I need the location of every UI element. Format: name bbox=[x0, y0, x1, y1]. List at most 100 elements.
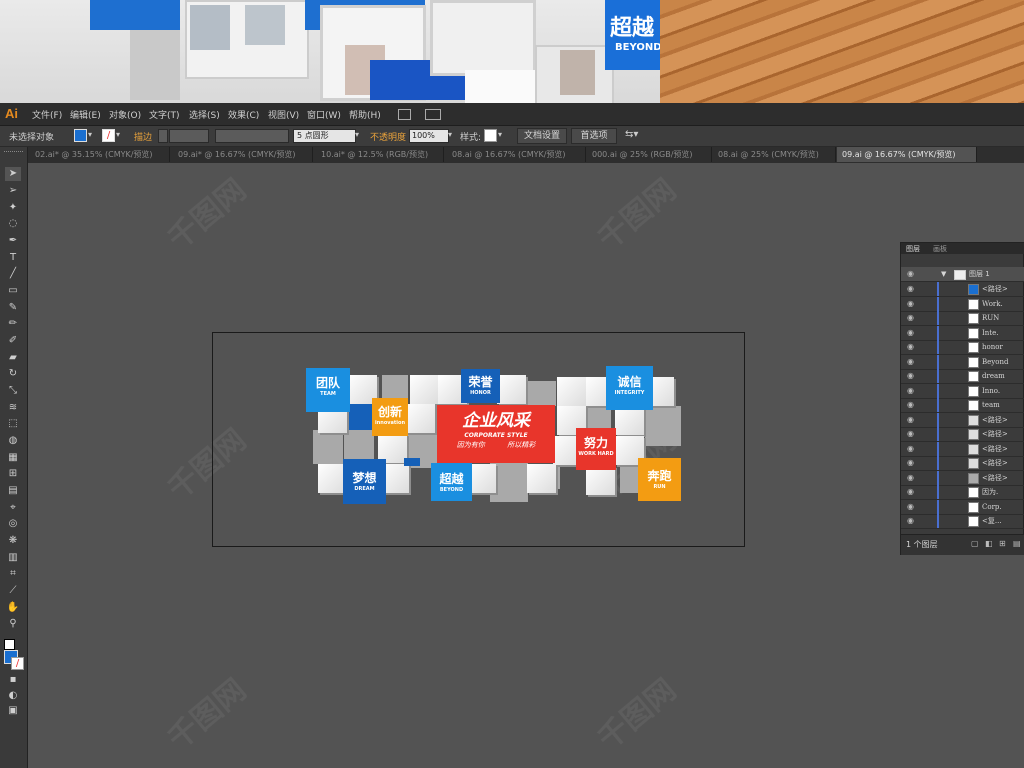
layer-item-row[interactable]: ◉ dream bbox=[901, 369, 1024, 384]
tab-09-star[interactable]: 09.ai* @ 16.67% (CMYK/预览) bbox=[171, 147, 313, 162]
layer-item-row[interactable]: ◉ <路径> bbox=[901, 456, 1024, 471]
menu-file[interactable]: 文件(F) bbox=[32, 108, 62, 121]
eye-icon[interactable]: ◉ bbox=[907, 285, 916, 293]
tab-artboards[interactable]: 画板 bbox=[933, 244, 947, 254]
blend-tool-icon[interactable]: ◎ bbox=[5, 517, 21, 531]
style-swatch[interactable] bbox=[484, 129, 497, 142]
fill-swatch[interactable] bbox=[74, 129, 87, 142]
tab-09-active[interactable]: 09.ai @ 16.67% (CMYK/预览) bbox=[837, 147, 977, 162]
scale-tool-icon[interactable]: ⤡ bbox=[5, 384, 21, 398]
line-tool-icon[interactable]: ╱ bbox=[5, 267, 21, 281]
default-colors-icon[interactable] bbox=[4, 639, 15, 650]
variable-width-profile[interactable] bbox=[215, 129, 289, 143]
eye-icon[interactable]: ◉ bbox=[907, 372, 916, 380]
artboard[interactable] bbox=[212, 332, 745, 547]
eye-icon[interactable]: ◉ bbox=[907, 502, 916, 510]
free-transform-tool-icon[interactable]: ⬚ bbox=[5, 417, 21, 431]
chevron-down-icon[interactable]: ▾ bbox=[498, 130, 502, 139]
eye-icon[interactable]: ◉ bbox=[907, 415, 916, 423]
menu-edit[interactable]: 编辑(E) bbox=[70, 108, 101, 121]
layer-item-row[interactable]: ◉ Work. bbox=[901, 296, 1024, 312]
color-mode-icon[interactable]: ▪ bbox=[5, 673, 21, 687]
menu-select[interactable]: 选择(S) bbox=[189, 108, 220, 121]
tab-08-25[interactable]: 08.ai @ 25% (CMYK/预览) bbox=[713, 147, 836, 162]
layer-item-row[interactable]: ◉ RUN bbox=[901, 311, 1024, 326]
clipping-mask-icon[interactable]: ◧ bbox=[985, 539, 993, 548]
menu-window[interactable]: 窗口(W) bbox=[307, 108, 341, 121]
eraser-tool-icon[interactable]: ▰ bbox=[5, 351, 21, 365]
eye-icon[interactable]: ◉ bbox=[907, 314, 916, 322]
stroke-color-swatch[interactable]: / bbox=[11, 657, 24, 670]
eye-icon[interactable]: ◉ bbox=[907, 430, 916, 438]
eye-icon[interactable]: ◉ bbox=[907, 328, 916, 336]
preferences-button[interactable]: 首选项 bbox=[571, 128, 617, 144]
stroke-weight-stepper[interactable] bbox=[158, 129, 168, 143]
layer-row[interactable]: ◉ ▼ 图层 1 bbox=[901, 267, 1024, 282]
layer-item-row[interactable]: ◉ Beyond bbox=[901, 354, 1024, 370]
artboard-tool-icon[interactable]: ⌗ bbox=[5, 567, 21, 581]
magic-wand-tool-icon[interactable]: ✦ bbox=[5, 201, 21, 215]
eye-icon[interactable]: ◉ bbox=[907, 357, 916, 365]
symbol-sprayer-tool-icon[interactable]: ❋ bbox=[5, 534, 21, 548]
eye-icon[interactable]: ◉ bbox=[907, 270, 916, 278]
stroke-weight-field[interactable] bbox=[169, 129, 209, 143]
opacity-label[interactable]: 不透明度 bbox=[370, 130, 406, 143]
warp-tool-icon[interactable]: ≋ bbox=[5, 401, 21, 415]
chevron-down-icon[interactable]: ▾ bbox=[355, 130, 359, 139]
lasso-tool-icon[interactable]: ◌ bbox=[5, 217, 21, 231]
column-graph-tool-icon[interactable]: ▥ bbox=[5, 551, 21, 565]
menu-object[interactable]: 对象(O) bbox=[109, 108, 141, 121]
blob-brush-tool-icon[interactable]: ✐ bbox=[5, 334, 21, 348]
layer-item-row[interactable]: ◉ Inno. bbox=[901, 383, 1024, 399]
slice-tool-icon[interactable]: ⟋ bbox=[5, 584, 21, 598]
eye-icon[interactable]: ◉ bbox=[907, 386, 916, 394]
type-tool-icon[interactable]: T bbox=[5, 251, 21, 265]
eye-icon[interactable]: ◉ bbox=[907, 343, 916, 351]
tab-10[interactable]: 10.ai* @ 12.5% (RGB/预览) bbox=[314, 147, 444, 162]
menu-help[interactable]: 帮助(H) bbox=[349, 108, 381, 121]
eye-icon[interactable]: ◉ bbox=[907, 517, 916, 525]
bridge-icon[interactable] bbox=[398, 109, 411, 120]
layer-item-row[interactable]: ◉ team bbox=[901, 398, 1024, 413]
pencil-tool-icon[interactable]: ✏ bbox=[5, 317, 21, 331]
layer-item-row[interactable]: ◉ 因为. bbox=[901, 485, 1024, 500]
eyedropper-tool-icon[interactable]: ⌖ bbox=[5, 501, 21, 515]
eye-icon[interactable]: ◉ bbox=[907, 444, 916, 452]
rectangle-tool-icon[interactable]: ▭ bbox=[5, 284, 21, 298]
selection-tool-icon[interactable]: ➤ bbox=[5, 167, 21, 181]
screen-mode-icon[interactable]: ▣ bbox=[5, 704, 21, 718]
eye-icon[interactable]: ◉ bbox=[907, 401, 916, 409]
chevron-down-icon[interactable]: ▾ bbox=[88, 130, 92, 139]
shape-builder-tool-icon[interactable]: ◍ bbox=[5, 434, 21, 448]
brush-select[interactable]: 5 点圆形 bbox=[293, 129, 356, 143]
paintbrush-tool-icon[interactable]: ✎ bbox=[5, 301, 21, 315]
opacity-field[interactable]: 100% bbox=[409, 129, 449, 143]
layer-item-row[interactable]: ◉ <路径> bbox=[901, 470, 1024, 486]
menu-view[interactable]: 视图(V) bbox=[268, 108, 299, 121]
pen-tool-icon[interactable]: ✒ bbox=[5, 234, 21, 248]
mesh-tool-icon[interactable]: ⊞ bbox=[5, 467, 21, 481]
layer-item-row[interactable]: ◉ <路径> bbox=[901, 427, 1024, 442]
gradient-tool-icon[interactable]: ▤ bbox=[5, 484, 21, 498]
hand-tool-icon[interactable]: ✋ bbox=[5, 601, 21, 615]
tab-08[interactable]: 08.ai @ 16.67% (CMYK/预览) bbox=[445, 147, 586, 162]
stroke-swatch[interactable]: / bbox=[102, 129, 115, 142]
new-layer-icon[interactable]: ▤ bbox=[1013, 539, 1021, 548]
layer-item-row[interactable]: ◉ Corp. bbox=[901, 499, 1024, 515]
layer-item-row[interactable]: ◉ <路径> bbox=[901, 282, 1024, 297]
direct-selection-tool-icon[interactable]: ➢ bbox=[5, 184, 21, 198]
arrange-documents-icon[interactable] bbox=[425, 109, 441, 120]
menu-effect[interactable]: 效果(C) bbox=[228, 108, 259, 121]
document-setup-button[interactable]: 文档设置 bbox=[517, 128, 567, 144]
layer-item-row[interactable]: ◉ Inte. bbox=[901, 325, 1024, 341]
tab-02[interactable]: 02.ai* @ 35.15% (CMYK/预览) bbox=[28, 147, 170, 162]
menu-type[interactable]: 文字(T) bbox=[149, 108, 180, 121]
chevron-down-icon[interactable]: ▾ bbox=[448, 130, 452, 139]
chevron-down-icon[interactable]: ▾ bbox=[116, 130, 120, 139]
layer-item-row[interactable]: ◉ <路径> bbox=[901, 441, 1024, 457]
new-sublayer-icon[interactable]: ⊞ bbox=[999, 539, 1006, 548]
tab-000[interactable]: 000.ai @ 25% (RGB/预览) bbox=[587, 147, 712, 162]
stroke-label[interactable]: 描边 bbox=[134, 130, 152, 143]
perspective-grid-tool-icon[interactable]: ▦ bbox=[5, 451, 21, 465]
eye-icon[interactable]: ◉ bbox=[907, 488, 916, 496]
